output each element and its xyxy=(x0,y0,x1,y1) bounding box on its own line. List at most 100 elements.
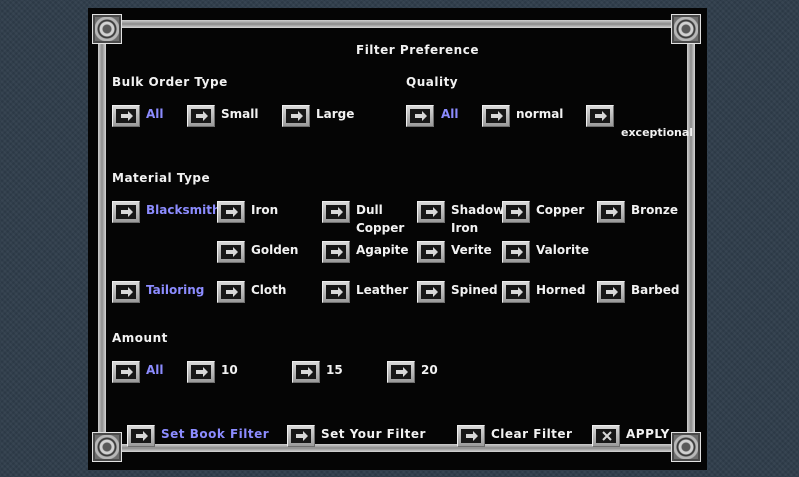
arrow-right-icon xyxy=(226,247,238,257)
frame-top xyxy=(110,20,685,28)
arrow-right-icon xyxy=(466,431,478,441)
material-shadow-iron-label-line1: Shadow xyxy=(451,203,505,217)
arrow-right-icon xyxy=(595,111,607,121)
bod-type-all-button[interactable] xyxy=(112,105,140,127)
material-barbed-button[interactable] xyxy=(597,281,625,303)
quality-all-label: All xyxy=(441,107,459,121)
material-horned-button[interactable] xyxy=(502,281,530,303)
quality-all-button[interactable] xyxy=(406,105,434,127)
arrow-right-icon xyxy=(491,111,503,121)
frame-right xyxy=(687,32,695,442)
material-dull-copper-button[interactable] xyxy=(322,201,350,223)
material-type-heading: Material Type xyxy=(112,171,211,185)
material-shadow-iron-button[interactable] xyxy=(417,201,445,223)
amount-10-label: 10 xyxy=(221,363,238,377)
quality-normal-button[interactable] xyxy=(482,105,510,127)
set-your-filter-label: Set Your Filter xyxy=(321,427,426,441)
material-bronze-label: Bronze xyxy=(631,203,678,217)
arrow-right-icon xyxy=(121,367,133,377)
quality-exceptional-button[interactable] xyxy=(586,105,614,127)
amount-heading: Amount xyxy=(112,331,168,345)
quality-heading: Quality xyxy=(406,75,459,89)
arrow-right-icon xyxy=(226,207,238,217)
amount-all-button[interactable] xyxy=(112,361,140,383)
material-valorite-label: Valorite xyxy=(536,243,589,257)
material-iron-label: Iron xyxy=(251,203,279,217)
material-verite-button[interactable] xyxy=(417,241,445,263)
amount-10-button[interactable] xyxy=(187,361,215,383)
bulk-order-type-heading: Bulk Order Type xyxy=(112,75,228,89)
material-golden-label: Golden xyxy=(251,243,299,257)
gump-title: Filter Preference xyxy=(356,43,479,57)
arrow-right-icon xyxy=(606,207,618,217)
material-spined-label: Spined xyxy=(451,283,498,297)
material-bronze-button[interactable] xyxy=(597,201,625,223)
set-book-filter-label: Set Book Filter xyxy=(161,427,270,441)
x-icon xyxy=(602,431,612,441)
set-book-filter-button[interactable] xyxy=(127,425,155,447)
arrow-right-icon xyxy=(606,287,618,297)
arrow-right-icon xyxy=(415,111,427,121)
arrow-right-icon xyxy=(331,207,343,217)
arrow-right-icon xyxy=(291,111,303,121)
bod-type-small-label: Small xyxy=(221,107,259,121)
arrow-right-icon xyxy=(426,247,438,257)
arrow-right-icon xyxy=(301,367,313,377)
material-cloth-button[interactable] xyxy=(217,281,245,303)
corner-ornament-icon xyxy=(92,14,122,44)
bod-type-small-button[interactable] xyxy=(187,105,215,127)
arrow-right-icon xyxy=(296,431,308,441)
arrow-right-icon xyxy=(396,367,408,377)
clear-filter-button[interactable] xyxy=(457,425,485,447)
apply-button[interactable] xyxy=(592,425,620,447)
material-valorite-button[interactable] xyxy=(502,241,530,263)
arrow-right-icon xyxy=(511,287,523,297)
material-tailoring-button[interactable] xyxy=(112,281,140,303)
material-copper-label: Copper xyxy=(536,203,585,217)
amount-15-button[interactable] xyxy=(292,361,320,383)
arrow-right-icon xyxy=(426,207,438,217)
arrow-right-icon xyxy=(511,247,523,257)
arrow-right-icon xyxy=(426,287,438,297)
arrow-right-icon xyxy=(196,367,208,377)
frame-left xyxy=(98,32,106,442)
bod-type-all-label: All xyxy=(146,107,164,121)
amount-15-label: 15 xyxy=(326,363,343,377)
material-shadow-iron-label-line2: Iron xyxy=(451,221,479,235)
quality-normal-label: normal xyxy=(516,107,564,121)
material-spined-button[interactable] xyxy=(417,281,445,303)
material-iron-button[interactable] xyxy=(217,201,245,223)
arrow-right-icon xyxy=(511,207,523,217)
amount-20-button[interactable] xyxy=(387,361,415,383)
material-blacksmithy-label: Blacksmithy xyxy=(146,203,229,217)
material-golden-button[interactable] xyxy=(217,241,245,263)
bod-type-large-label: Large xyxy=(316,107,355,121)
bod-type-large-button[interactable] xyxy=(282,105,310,127)
material-barbed-label: Barbed xyxy=(631,283,680,297)
material-blacksmithy-button[interactable] xyxy=(112,201,140,223)
arrow-right-icon xyxy=(121,207,133,217)
filter-preference-gump: Filter Preference Bulk Order Type All Sm… xyxy=(88,8,707,470)
clear-filter-label: Clear Filter xyxy=(491,427,573,441)
material-dull-copper-label-line2: Copper xyxy=(356,221,405,235)
arrow-right-icon xyxy=(331,287,343,297)
material-agapite-label: Agapite xyxy=(356,243,409,257)
corner-ornament-icon xyxy=(671,14,701,44)
quality-exceptional-label: exceptional xyxy=(621,126,694,139)
material-agapite-button[interactable] xyxy=(322,241,350,263)
set-your-filter-button[interactable] xyxy=(287,425,315,447)
arrow-right-icon xyxy=(196,111,208,121)
material-horned-label: Horned xyxy=(536,283,586,297)
amount-20-label: 20 xyxy=(421,363,438,377)
material-verite-label: Verite xyxy=(451,243,492,257)
apply-label: APPLY xyxy=(626,427,670,441)
material-leather-button[interactable] xyxy=(322,281,350,303)
corner-ornament-icon xyxy=(92,432,122,462)
material-leather-label: Leather xyxy=(356,283,409,297)
amount-all-label: All xyxy=(146,363,164,377)
arrow-right-icon xyxy=(136,431,148,441)
material-copper-button[interactable] xyxy=(502,201,530,223)
arrow-right-icon xyxy=(121,287,133,297)
material-cloth-label: Cloth xyxy=(251,283,287,297)
material-tailoring-label: Tailoring xyxy=(146,283,205,297)
